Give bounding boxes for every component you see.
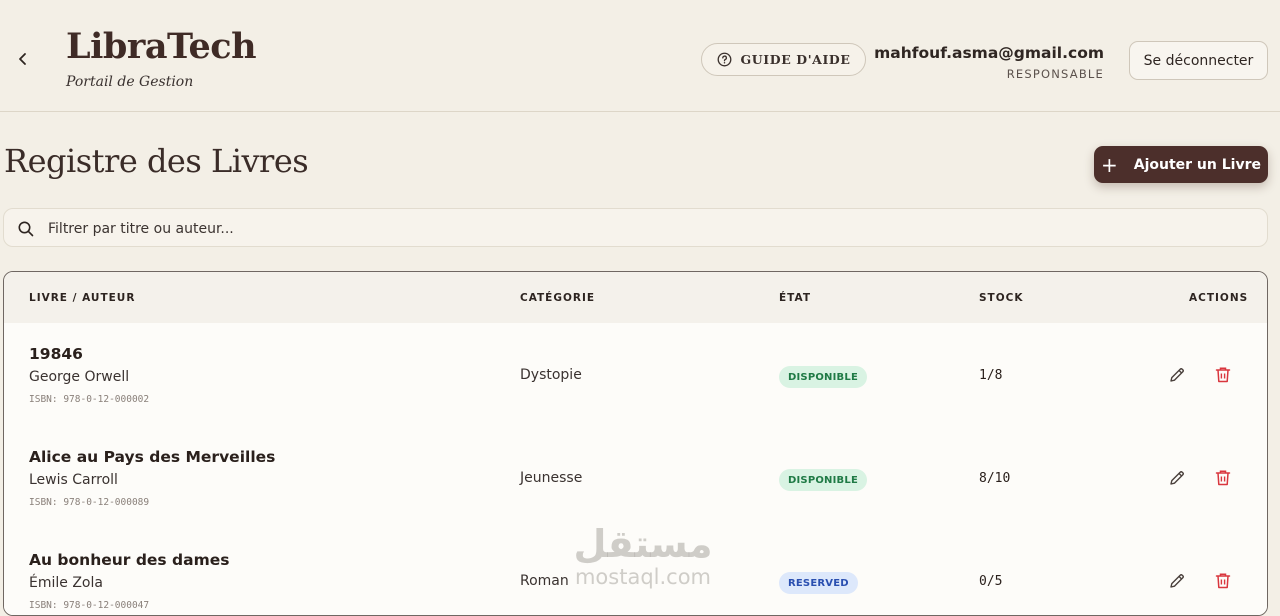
column-header-category: CATÉGORIE <box>520 292 596 304</box>
pencil-icon[interactable] <box>1167 365 1187 385</box>
user-email: mahfouf.asma@gmail.com <box>874 44 1104 62</box>
search-icon <box>18 221 34 237</box>
table-row: Au bonheur des dames Émile Zola ISBN: 97… <box>4 529 1267 615</box>
book-author: George Orwell <box>29 369 130 385</box>
book-stock: 8/10 <box>979 471 1011 486</box>
table-row: Alice au Pays des Merveilles Lewis Carro… <box>4 426 1267 530</box>
back-button[interactable] <box>12 48 34 70</box>
book-category: Jeunesse <box>520 470 583 486</box>
trash-icon[interactable] <box>1213 571 1233 591</box>
trash-icon[interactable] <box>1213 365 1233 385</box>
table-row: 19846 George Orwell ISBN: 978-0-12-00000… <box>4 323 1267 427</box>
book-title: Au bonheur des dames <box>29 551 230 569</box>
column-header-book: LIVRE / AUTEUR <box>29 292 136 304</box>
status-badge: DISPONIBLE <box>779 469 867 491</box>
app-logo: LibraTech <box>66 26 257 67</box>
add-book-button[interactable]: + Ajouter un Livre <box>1094 146 1268 183</box>
column-header-stock: STOCK <box>979 292 1024 304</box>
help-guide-button[interactable]: GUIDE D'AIDE <box>701 43 866 76</box>
status-badge: DISPONIBLE <box>779 366 867 388</box>
help-circle-icon <box>717 52 731 67</box>
pencil-icon[interactable] <box>1167 571 1187 591</box>
book-category: Roman <box>520 573 569 589</box>
book-title: Alice au Pays des Merveilles <box>29 448 276 466</box>
search-bar <box>3 208 1268 248</box>
column-header-actions: ACTIONS <box>1189 292 1249 304</box>
books-table: LIVRE / AUTEUR CATÉGORIE ÉTAT STOCK ACTI… <box>3 271 1268 616</box>
book-stock: 0/5 <box>979 574 1003 589</box>
help-guide-label: GUIDE D'AIDE <box>740 52 851 67</box>
app-subtitle: Portail de Gestion <box>66 74 194 90</box>
column-header-state: ÉTAT <box>779 292 811 304</box>
book-stock: 1/8 <box>979 368 1003 383</box>
book-title: 19846 <box>29 345 83 363</box>
book-isbn: ISBN: 978-0-12-000089 <box>29 497 150 508</box>
logout-button[interactable]: Se déconnecter <box>1129 41 1268 80</box>
chevron-left-icon <box>19 53 26 65</box>
app-header: LibraTech Portail de Gestion GUIDE D'AID… <box>0 0 1280 112</box>
book-isbn: ISBN: 978-0-12-000002 <box>29 394 150 405</box>
book-category: Dystopie <box>520 367 582 383</box>
plus-icon: + <box>1100 152 1118 177</box>
book-author: Émile Zola <box>29 575 103 591</box>
table-header: LIVRE / AUTEUR CATÉGORIE ÉTAT STOCK ACTI… <box>4 272 1267 323</box>
search-input[interactable] <box>46 209 1250 248</box>
trash-icon[interactable] <box>1213 468 1233 488</box>
book-author: Lewis Carroll <box>29 472 118 488</box>
book-isbn: ISBN: 978-0-12-000047 <box>29 600 150 611</box>
pencil-icon[interactable] <box>1167 468 1187 488</box>
add-book-label: Ajouter un Livre <box>1133 156 1261 173</box>
status-badge: RESERVED <box>779 572 858 594</box>
page-title: Registre des Livres <box>4 142 309 180</box>
user-role: RESPONSABLE <box>1006 67 1104 81</box>
